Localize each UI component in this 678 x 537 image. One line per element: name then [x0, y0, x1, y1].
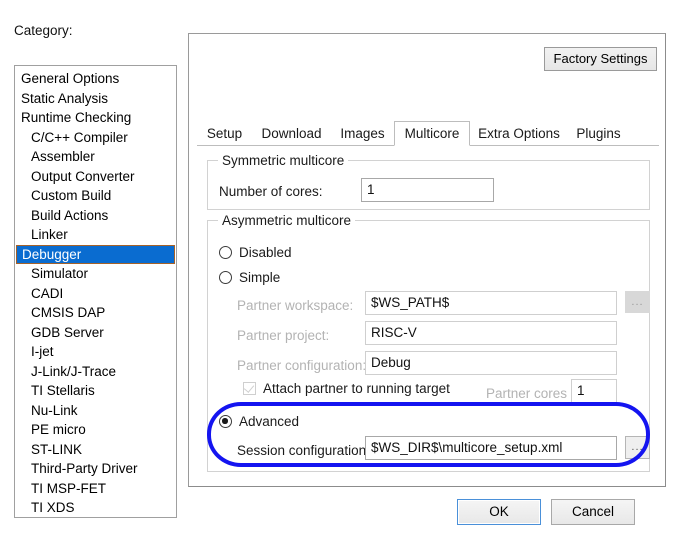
radio-advanced-icon[interactable]	[219, 415, 232, 428]
category-label: Category:	[14, 23, 73, 38]
category-list[interactable]: General Options Static Analysis Runtime …	[14, 65, 177, 518]
sidebar-item-general-options[interactable]: General Options	[15, 69, 176, 89]
sidebar-item-cadi[interactable]: CADI	[15, 284, 176, 304]
partner-project-input[interactable]: RISC-V	[365, 321, 617, 345]
cancel-button[interactable]: Cancel	[551, 499, 635, 525]
sidebar-item-build-actions[interactable]: Build Actions	[15, 206, 176, 226]
tab-extra-options[interactable]: Extra Options	[470, 121, 568, 146]
radio-simple-label: Simple	[239, 270, 281, 285]
sidebar-item-debugger[interactable]: Debugger	[16, 244, 175, 264]
tab-setup[interactable]: Setup	[197, 121, 252, 146]
partner-workspace-input[interactable]: $WS_PATH$	[365, 291, 617, 315]
sidebar-item-i-jet[interactable]: I-jet	[15, 342, 176, 362]
partner-configuration-label: Partner configuration:	[237, 358, 367, 373]
tab-multicore[interactable]: Multicore	[394, 121, 470, 146]
attach-partner-label: Attach partner to running target	[263, 381, 450, 396]
tab-download[interactable]: Download	[252, 121, 331, 146]
sidebar-item-runtime-checking[interactable]: Runtime Checking	[15, 108, 176, 128]
sidebar-item-assembler[interactable]: Assembler	[15, 147, 176, 167]
partner-cores-label: Partner cores	[486, 386, 568, 401]
sidebar-item-pe-micro[interactable]: PE micro	[15, 420, 176, 440]
sidebar-item-static-analysis[interactable]: Static Analysis	[15, 89, 176, 109]
asymmetric-multicore-title: Asymmetric multicore	[218, 213, 356, 228]
attach-partner-checkbox-icon[interactable]	[243, 382, 256, 395]
tab-bar: Setup Download Images Multicore Extra Op…	[197, 121, 659, 146]
sidebar-item-simulator[interactable]: Simulator	[15, 264, 176, 284]
attach-partner-checkbox-row[interactable]: Attach partner to running target	[243, 381, 450, 396]
sidebar-item-ti-msp-fet[interactable]: TI MSP-FET	[15, 479, 176, 499]
sidebar-item-st-link[interactable]: ST-LINK	[15, 440, 176, 460]
number-of-cores-input[interactable]: 1	[361, 178, 494, 202]
sidebar-item-custom-build[interactable]: Custom Build	[15, 186, 176, 206]
number-of-cores-label: Number of cores:	[219, 184, 323, 199]
radio-disabled-icon[interactable]	[219, 246, 232, 259]
session-configuration-input[interactable]: $WS_DIR$\multicore_setup.xml	[365, 436, 617, 460]
sidebar-item-output-converter[interactable]: Output Converter	[15, 167, 176, 187]
sidebar-item-ti-stellaris[interactable]: TI Stellaris	[15, 381, 176, 401]
radio-disabled-label: Disabled	[239, 245, 292, 260]
radio-advanced[interactable]: Advanced	[219, 414, 299, 429]
radio-advanced-label: Advanced	[239, 414, 300, 429]
radio-disabled[interactable]: Disabled	[219, 245, 292, 260]
factory-settings-button[interactable]: Factory Settings	[544, 47, 657, 71]
partner-project-label: Partner project:	[237, 328, 330, 343]
options-panel: Factory Settings Setup Download Images M…	[188, 33, 666, 487]
sidebar-item-j-link-j-trace[interactable]: J-Link/J-Trace	[15, 362, 176, 382]
sidebar-item-gdb-server[interactable]: GDB Server	[15, 323, 176, 343]
sidebar-item-cmsis-dap[interactable]: CMSIS DAP	[15, 303, 176, 323]
partner-workspace-browse-button[interactable]: ...	[625, 291, 650, 313]
partner-workspace-label: Partner workspace:	[237, 298, 354, 313]
partner-configuration-input[interactable]: Debug	[365, 351, 617, 375]
sidebar-item-nu-link[interactable]: Nu-Link	[15, 401, 176, 421]
sidebar-item-linker[interactable]: Linker	[15, 225, 176, 245]
session-configuration-label: Session configuration:	[237, 443, 370, 458]
radio-simple[interactable]: Simple	[219, 270, 280, 285]
tab-plugins[interactable]: Plugins	[568, 121, 629, 146]
sidebar-item-third-party-driver[interactable]: Third-Party Driver	[15, 459, 176, 479]
symmetric-multicore-title: Symmetric multicore	[218, 153, 349, 168]
ok-button[interactable]: OK	[457, 499, 541, 525]
radio-simple-icon[interactable]	[219, 271, 232, 284]
sidebar-item-ti-xds[interactable]: TI XDS	[15, 498, 176, 517]
partner-cores-input[interactable]: 1	[571, 379, 617, 403]
sidebar-item-c-cpp-compiler[interactable]: C/C++ Compiler	[15, 128, 176, 148]
tab-images[interactable]: Images	[331, 121, 394, 146]
session-configuration-browse-button[interactable]: ...	[625, 436, 650, 459]
